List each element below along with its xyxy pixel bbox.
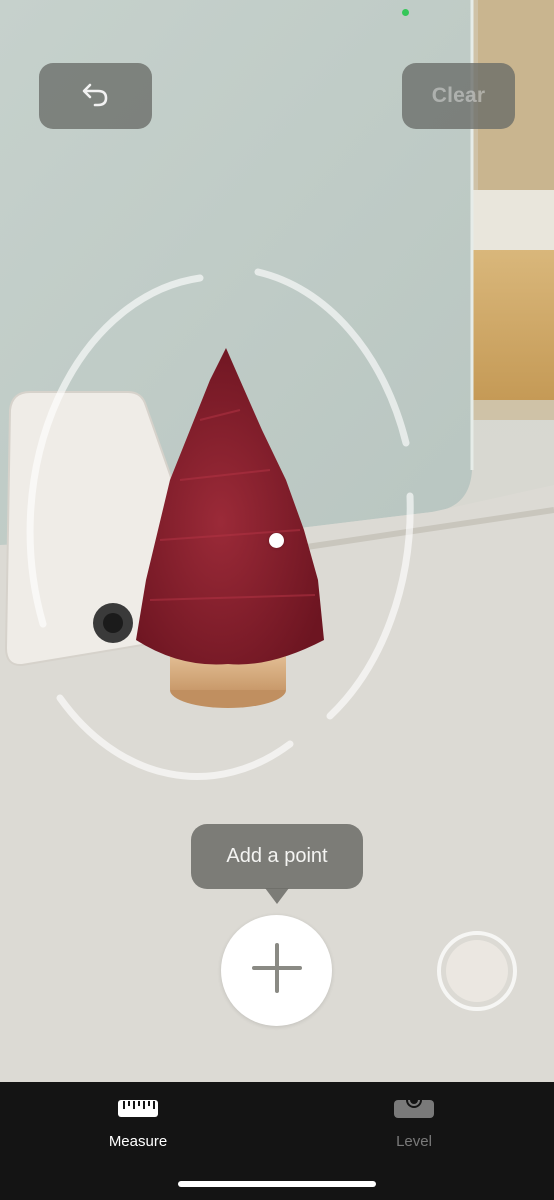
tab-level-label: Level [396,1133,432,1150]
status-indicator [402,9,409,16]
measure-app-screen: Clear Add a point Measure Level [0,0,554,1200]
undo-button[interactable] [39,63,152,129]
clear-button[interactable]: Clear [402,63,515,129]
undo-arrow-icon [81,79,111,114]
add-point-button[interactable] [221,915,332,1026]
hint-text: Add a point [226,845,328,867]
window-light [470,190,554,250]
home-indicator[interactable] [178,1181,376,1187]
tab-measure[interactable]: Measure [68,1098,208,1150]
reticle-center-dot [269,533,284,548]
background-shelf [468,250,554,400]
plus-icon [250,941,304,1000]
level-icon [393,1098,435,1125]
clear-label: Clear [431,84,486,107]
tab-measure-label: Measure [108,1133,168,1150]
capture-button[interactable] [437,931,517,1011]
tab-level[interactable]: Level [344,1098,484,1150]
shutter-icon [446,940,508,1002]
ruler-icon [117,1098,159,1125]
hint-pointer [265,888,289,904]
add-point-hint: Add a point [191,824,363,889]
